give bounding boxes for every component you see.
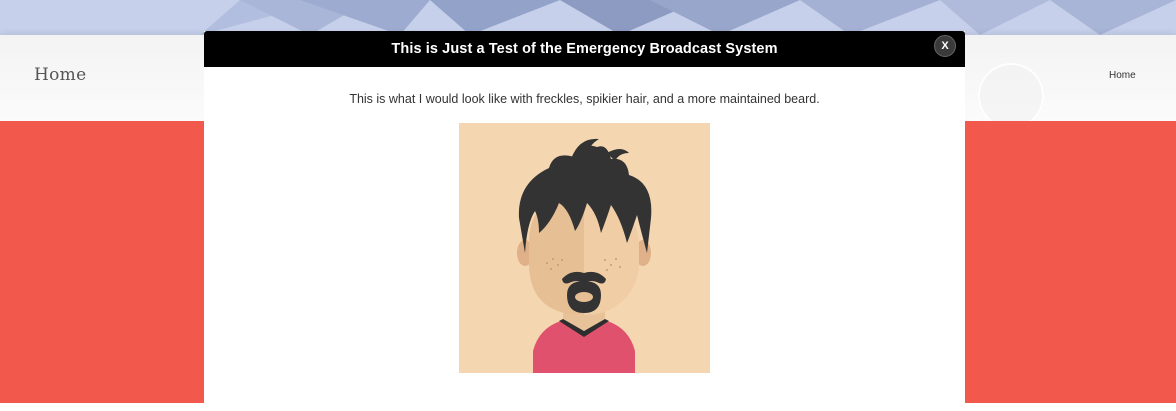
decorative-banner: [0, 0, 1176, 35]
cartoon-avatar-icon: [459, 123, 710, 373]
nav-link-home[interactable]: Home: [1109, 70, 1136, 81]
modal-header: This is Just a Test of the Emergency Bro…: [204, 31, 965, 67]
site-title[interactable]: Home: [34, 65, 86, 85]
modal-title: This is Just a Test of the Emergency Bro…: [391, 41, 778, 57]
modal-body-text: This is what I would look like with frec…: [349, 92, 820, 106]
decorative-circle: [978, 63, 1044, 129]
close-button[interactable]: X: [934, 35, 956, 57]
avatar-image: [459, 123, 710, 373]
modal-dialog: This is Just a Test of the Emergency Bro…: [204, 31, 965, 411]
